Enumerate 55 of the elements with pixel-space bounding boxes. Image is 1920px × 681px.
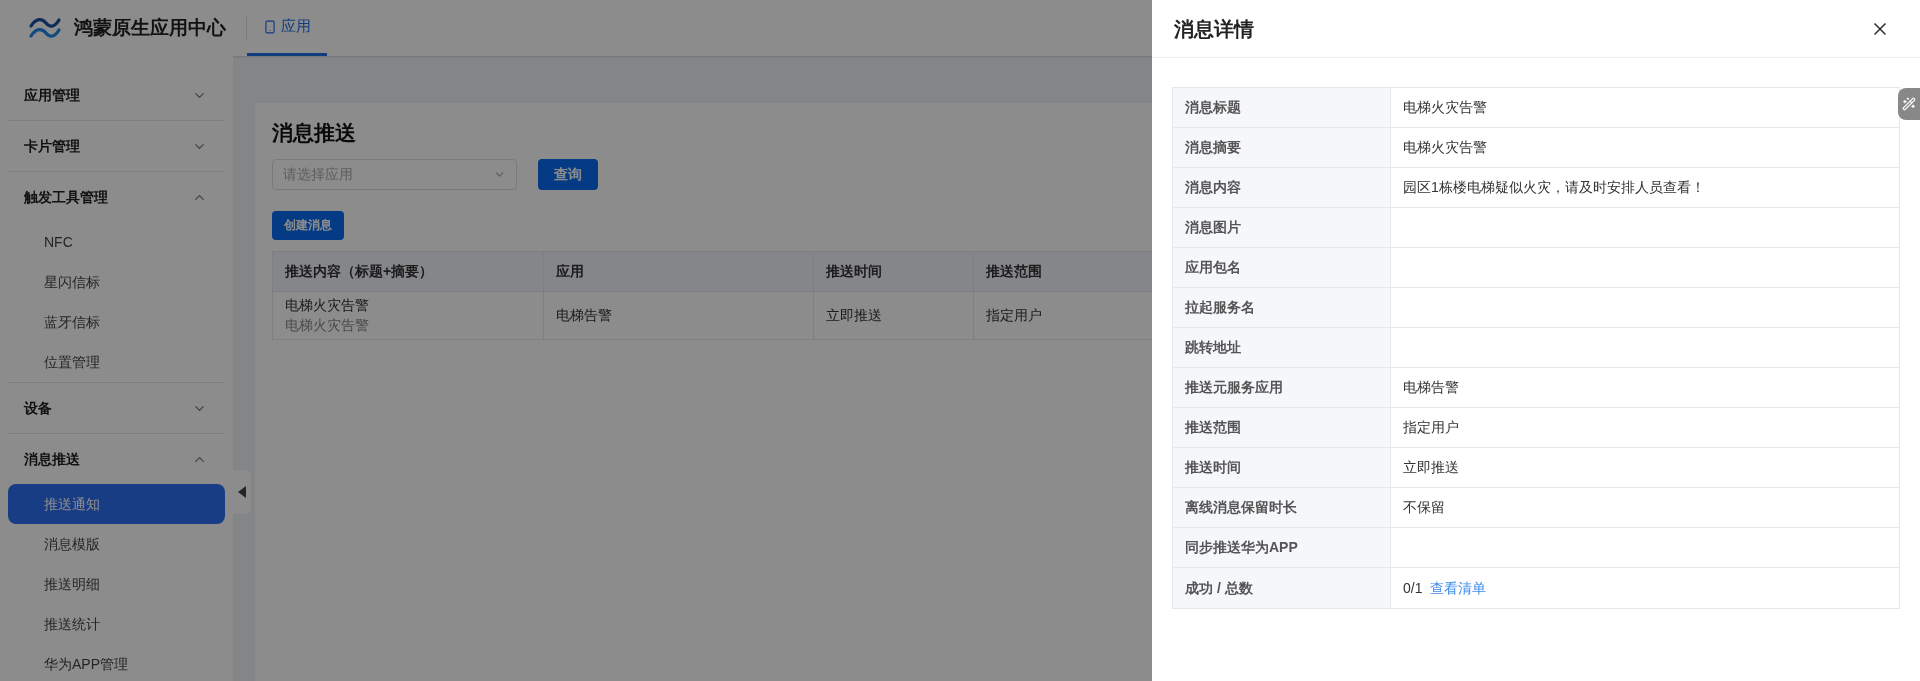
page-title: 消息推送 <box>272 120 356 146</box>
menu-group[interactable]: 应用管理 <box>8 70 225 120</box>
menu-group[interactable]: 设备 <box>8 383 225 433</box>
field-value: 0/1 <box>1403 578 1423 598</box>
field-value: 指定用户 <box>1403 418 1459 437</box>
field-label: 同步推送华为APP <box>1185 538 1298 557</box>
menu-item[interactable]: 蓝牙信标 <box>8 302 225 342</box>
field-label: 推送元服务应用 <box>1185 378 1283 397</box>
phone-icon <box>263 19 277 34</box>
nav-tab[interactable]: 应用 <box>247 0 327 56</box>
field-label: 跳转地址 <box>1185 338 1241 357</box>
tool-button[interactable] <box>1898 88 1920 120</box>
menu-item[interactable]: 消息模版 <box>8 524 225 564</box>
field-label: 拉起服务名 <box>1185 298 1255 317</box>
field-value: 电梯火灾告警 <box>1403 98 1487 117</box>
column-header: 推送内容（标题+摘要） <box>273 251 544 291</box>
field-value: 电梯告警 <box>1403 378 1459 397</box>
table-cell-text: 电梯火灾告警 <box>285 296 370 315</box>
field-label: 消息图片 <box>1185 218 1241 237</box>
menu-group[interactable]: 消息推送 <box>8 434 225 484</box>
menu-item[interactable]: 推送明细 <box>8 564 225 604</box>
field-label: 消息标题 <box>1185 98 1241 117</box>
app-title: 鸿蒙原生应用中心 <box>74 15 226 40</box>
table-cell-text: 电梯火灾告警 <box>285 316 370 335</box>
table-cell-text: 指定用户 <box>986 305 1042 325</box>
menu-item[interactable]: 华为APP管理 <box>8 644 225 681</box>
field-label: 消息摘要 <box>1185 138 1241 157</box>
table-cell-text: 立即推送 <box>826 305 882 325</box>
field-label: 成功 / 总数 <box>1185 578 1253 598</box>
field-value: 不保留 <box>1403 498 1445 517</box>
table-cell-text: 电梯告警 <box>556 305 612 325</box>
column-header: 推送时间 <box>814 251 974 291</box>
field-value: 园区1栋楼电梯疑似火灾，请及时安排人员查看！ <box>1403 178 1705 197</box>
field-value: 立即推送 <box>1403 458 1459 477</box>
field-label: 推送时间 <box>1185 458 1241 477</box>
column-header: 应用 <box>544 251 814 291</box>
menu-group[interactable]: 触发工具管理 <box>8 172 225 222</box>
triangle-left-icon <box>238 486 246 498</box>
menu-item[interactable]: 星闪信标 <box>8 262 225 302</box>
menu-item[interactable]: 位置管理 <box>8 342 225 382</box>
magic-wand-icon <box>1902 97 1916 111</box>
create-button[interactable]: 创建消息 <box>272 210 344 240</box>
field-label: 消息内容 <box>1185 178 1241 197</box>
menu-item[interactable]: 推送通知 <box>8 484 225 524</box>
field-label: 应用包名 <box>1185 258 1241 277</box>
drawer-title: 消息详情 <box>1174 16 1254 42</box>
field-value: 电梯火灾告警 <box>1403 138 1487 157</box>
menu-item[interactable]: NFC <box>8 222 225 262</box>
menu-group[interactable]: 卡片管理 <box>8 121 225 171</box>
menu-item[interactable]: 推送统计 <box>8 604 225 644</box>
query-button[interactable]: 查询 <box>538 158 598 190</box>
view-list-link[interactable]: 查看清单 <box>1430 577 1487 599</box>
collapse-handle[interactable] <box>233 470 251 514</box>
field-label: 离线消息保留时长 <box>1185 498 1297 517</box>
field-label: 推送范围 <box>1185 418 1241 437</box>
